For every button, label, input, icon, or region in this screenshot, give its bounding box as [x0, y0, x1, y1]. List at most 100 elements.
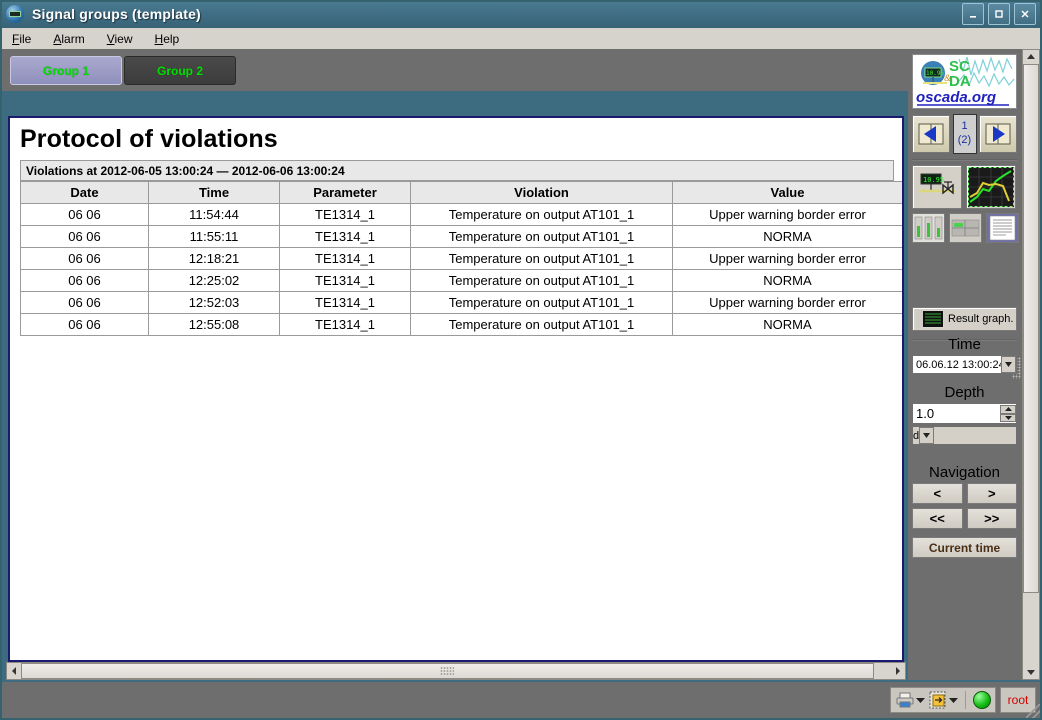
table-row[interactable]: 06 06 11:55:11 TE1314_1 Temperature on o… [20, 225, 902, 248]
cell-value: Upper warning border error [672, 203, 902, 226]
scroll-left-icon[interactable] [7, 664, 21, 678]
cell-date: 06 06 [20, 269, 149, 292]
page-title: Protocol of violations [20, 125, 278, 153]
column-header-date[interactable]: Date [20, 181, 149, 204]
depth-label: Depth [944, 384, 985, 401]
depth-spinner[interactable] [1000, 405, 1016, 422]
violations-table-body: 06 06 11:54:44 TE1314_1 Temperature on o… [20, 203, 902, 336]
navigate-forward-button[interactable]: > [966, 483, 1017, 504]
depth-unit-select[interactable]: d [912, 426, 1017, 445]
table-row[interactable]: 06 06 12:52:03 TE1314_1 Temperature on o… [20, 291, 902, 314]
table-row[interactable]: 06 06 11:54:44 TE1314_1 Temperature on o… [20, 203, 902, 226]
scroll-right-icon[interactable] [891, 664, 905, 678]
app-icon [6, 5, 24, 23]
next-page-button[interactable] [979, 115, 1017, 153]
depth-increment-icon[interactable] [1000, 405, 1016, 414]
table-row[interactable]: 06 06 12:55:08 TE1314_1 Temperature on o… [20, 313, 902, 336]
previous-page-button[interactable] [912, 115, 950, 153]
depth-control: Depth 1.0 d [912, 383, 1017, 445]
time-field[interactable]: 06.06.12 13:00:24 [912, 355, 1017, 374]
print-tool[interactable] [895, 691, 925, 709]
horizontal-scroll-track[interactable] [21, 663, 891, 679]
menu-item-alarm[interactable]: Alarm [43, 31, 94, 47]
navigation-row-1: < > [912, 483, 1017, 504]
cell-time: 11:55:11 [148, 225, 280, 248]
menu-bar: FFileile Alarm View Help [0, 28, 1042, 50]
cell-violation: Temperature on output AT101_1 [410, 203, 673, 226]
window-controls [962, 3, 1036, 25]
column-header-violation[interactable]: Violation [410, 181, 673, 204]
status-tools-group [890, 687, 996, 713]
page-total: (2) [957, 134, 972, 146]
cell-value: NORMA [672, 269, 902, 292]
diagram-view-button[interactable] [949, 213, 982, 243]
column-header-value[interactable]: Value [672, 181, 902, 204]
tab-group-2[interactable]: Group 2 [124, 56, 236, 85]
navigation-control: Navigation < > << >> Current time [912, 463, 1017, 558]
sidebar-divider-top [912, 159, 1017, 161]
cell-value: Upper warning border error [672, 291, 902, 314]
depth-value: 1.0 [916, 406, 935, 421]
column-header-time[interactable]: Time [148, 181, 280, 204]
navigate-forward-fast-button[interactable]: >> [966, 508, 1017, 529]
result-graph-icon [916, 310, 944, 328]
depth-decrement-icon[interactable] [1000, 413, 1016, 422]
cell-violation: Temperature on output AT101_1 [410, 313, 673, 336]
column-header-parameter[interactable]: Parameter [279, 181, 411, 204]
menu-item-view[interactable]: View [97, 31, 143, 47]
window-resize-grip[interactable] [1026, 704, 1040, 718]
right-sidebar: 10.95 SC DA & oscada.org 1 (2) 10.95 Res… [908, 49, 1026, 680]
cell-parameter: TE1314_1 [279, 247, 411, 270]
table-row[interactable]: 06 06 12:25:02 TE1314_1 Temperature on o… [20, 269, 902, 292]
document-panel: Protocol of violations Violations at 201… [8, 116, 904, 662]
menu-item-help[interactable]: Help [145, 31, 190, 47]
vertical-scroll-thumb[interactable] [1023, 64, 1039, 593]
cell-parameter: TE1314_1 [279, 313, 411, 336]
cell-date: 06 06 [20, 203, 149, 226]
cell-time: 12:18:21 [148, 247, 280, 270]
tab-group-1[interactable]: Group 1 [10, 56, 122, 85]
navigate-back-button[interactable]: < [912, 483, 963, 504]
cell-violation: Temperature on output AT101_1 [410, 247, 673, 270]
cell-date: 06 06 [20, 247, 149, 270]
page-current: 1 [961, 120, 968, 133]
window-title: Signal groups (template) [32, 6, 201, 22]
cell-time: 12:55:08 [148, 313, 280, 336]
printer-icon [896, 692, 914, 708]
print-dropdown-icon [916, 698, 925, 703]
depth-unit-dropdown-icon[interactable] [919, 427, 935, 444]
horizontal-scroll-thumb[interactable] [21, 663, 874, 679]
horizontal-scrollbar[interactable] [6, 662, 906, 680]
vertical-scrollbar[interactable] [1022, 49, 1040, 680]
svg-text:10.95: 10.95 [926, 70, 944, 77]
panel-view-button[interactable] [912, 213, 945, 243]
scroll-up-icon[interactable] [1024, 50, 1038, 64]
page-navigation: 1 (2) [912, 113, 1017, 155]
title-bar: Signal groups (template) [0, 0, 1042, 29]
menu-item-file[interactable]: FFileile [2, 31, 41, 47]
depth-field[interactable]: 1.0 [912, 403, 1017, 424]
current-time-button[interactable]: Current time [912, 537, 1017, 558]
time-value: 06.06.12 13:00:24 [916, 358, 1001, 371]
table-header-row: Date Time Parameter Violation Value [20, 181, 902, 204]
scroll-down-icon[interactable] [1024, 665, 1038, 679]
status-led-indicator [973, 691, 991, 709]
mnemoscheme-view-button[interactable]: 10.95 [912, 165, 962, 209]
close-button[interactable] [1014, 3, 1036, 25]
table-row[interactable]: 06 06 12:18:21 TE1314_1 Temperature on o… [20, 247, 902, 270]
trend-graph-view-button[interactable] [966, 165, 1016, 209]
maximize-button[interactable] [988, 3, 1010, 25]
navigate-back-fast-button[interactable]: << [912, 508, 963, 529]
navigation-row-2: << >> [912, 508, 1017, 529]
result-graph-button[interactable]: Result graph. [912, 307, 1017, 331]
document-view-button[interactable] [986, 213, 1019, 243]
cell-date: 06 06 [20, 225, 149, 248]
status-bar: root [0, 682, 1042, 720]
time-control: Time 06.06.12 13:00:24 [912, 335, 1017, 374]
minimize-button[interactable] [962, 3, 984, 25]
time-dropdown-icon[interactable] [1001, 356, 1016, 373]
vertical-scroll-track[interactable] [1023, 64, 1039, 665]
export-tool[interactable] [928, 691, 958, 709]
svg-text:DA: DA [949, 73, 971, 90]
cell-time: 12:52:03 [148, 291, 280, 314]
